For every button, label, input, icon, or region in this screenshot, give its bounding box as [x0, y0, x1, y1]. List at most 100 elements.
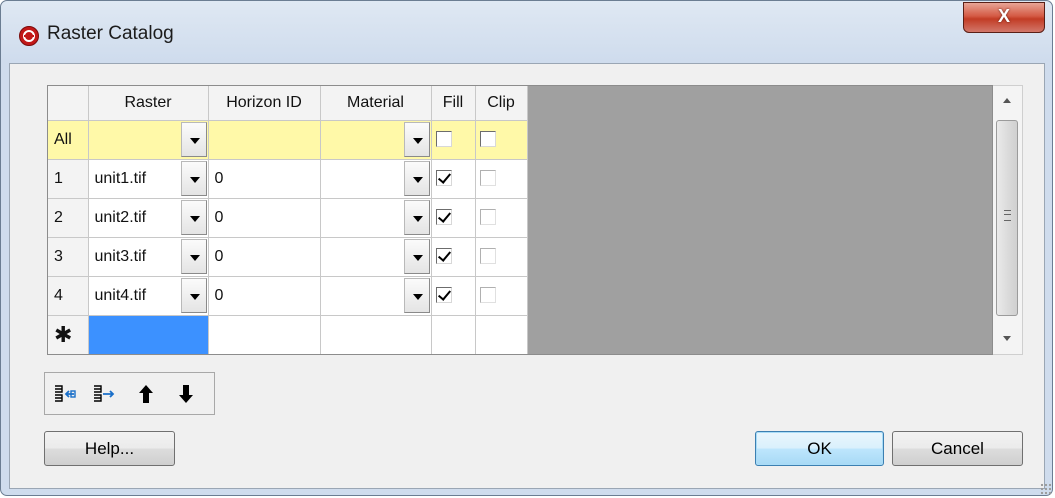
- row-header[interactable]: 1: [48, 159, 89, 199]
- clip-checkbox[interactable]: [479, 286, 496, 303]
- column-header-clip[interactable]: Clip: [475, 86, 528, 121]
- fill-checkbox[interactable]: [435, 169, 452, 186]
- all-material-cell[interactable]: [320, 120, 432, 160]
- all-row: All: [48, 120, 528, 160]
- row-toolbar: [44, 372, 215, 415]
- raster-cell[interactable]: unit4.tif: [88, 276, 209, 316]
- clip-cell: [475, 276, 528, 316]
- insert-row-button[interactable]: [52, 381, 78, 407]
- all-clip-cell: [475, 120, 528, 160]
- move-down-button[interactable]: [173, 381, 199, 407]
- clip-cell: [475, 198, 528, 238]
- column-header-raster[interactable]: Raster: [88, 86, 209, 121]
- clip-checkbox[interactable]: [479, 169, 496, 186]
- scroll-up-button[interactable]: [993, 86, 1022, 118]
- material-dropdown-button[interactable]: [403, 121, 430, 157]
- material-dropdown-button[interactable]: [403, 238, 430, 274]
- horizon-id-value: 0: [214, 208, 224, 226]
- grip-icon: [1004, 210, 1011, 221]
- fill-checkbox[interactable]: [435, 130, 452, 147]
- new-fill-cell[interactable]: [431, 315, 476, 354]
- raster-cell[interactable]: unit1.tif: [88, 159, 209, 199]
- raster-dropdown-button[interactable]: [180, 121, 207, 157]
- material-cell[interactable]: [320, 237, 432, 277]
- vertical-scrollbar[interactable]: [993, 85, 1023, 355]
- horizon-id-cell[interactable]: 0: [208, 198, 321, 238]
- raster-value: unit1.tif: [94, 169, 147, 187]
- material-dropdown-button[interactable]: [403, 160, 430, 196]
- clip-checkbox[interactable]: [479, 208, 496, 225]
- all-fill-cell: [431, 120, 476, 160]
- raster-grid: Raster Horizon ID Material Fill Clip All…: [48, 86, 528, 354]
- cancel-button[interactable]: Cancel: [892, 431, 1023, 466]
- table-row: 4 unit4.tif 0: [48, 276, 528, 316]
- material-dropdown-button[interactable]: [403, 199, 430, 235]
- clip-cell: [475, 237, 528, 277]
- new-row: ✱: [48, 315, 528, 354]
- table-row: 2 unit2.tif 0: [48, 198, 528, 238]
- ok-button[interactable]: OK: [755, 431, 884, 466]
- raster-dropdown-button[interactable]: [180, 199, 207, 235]
- all-horizon-id-cell[interactable]: [208, 120, 321, 160]
- clip-checkbox[interactable]: [479, 247, 496, 264]
- row-header-all[interactable]: All: [48, 120, 89, 160]
- horizon-id-cell[interactable]: 0: [208, 159, 321, 199]
- title-bar[interactable]: Raster Catalog X: [1, 1, 1052, 63]
- table-row: 3 unit3.tif 0: [48, 237, 528, 277]
- row-header[interactable]: 4: [48, 276, 89, 316]
- close-icon: X: [997, 6, 1010, 26]
- table-row: 1 unit1.tif 0: [48, 159, 528, 199]
- raster-value: unit4.tif: [94, 286, 147, 304]
- clip-cell: [475, 159, 528, 199]
- corner-header[interactable]: [48, 86, 89, 121]
- material-dropdown-button[interactable]: [403, 277, 430, 313]
- close-button[interactable]: X: [963, 2, 1045, 33]
- move-down-icon: [179, 385, 193, 403]
- row-header[interactable]: 3: [48, 237, 89, 277]
- fill-cell: [431, 159, 476, 199]
- help-button[interactable]: Help...: [44, 431, 175, 466]
- clip-checkbox[interactable]: [479, 130, 496, 147]
- material-cell[interactable]: [320, 198, 432, 238]
- move-up-button[interactable]: [133, 381, 159, 407]
- resize-grip[interactable]: [1040, 483, 1052, 495]
- fill-cell: [431, 237, 476, 277]
- horizon-id-cell[interactable]: 0: [208, 237, 321, 277]
- window-title: Raster Catalog: [47, 23, 174, 44]
- raster-dropdown-button[interactable]: [180, 238, 207, 274]
- raster-value: unit2.tif: [94, 208, 147, 226]
- scroll-thumb[interactable]: [996, 120, 1018, 316]
- append-row-button[interactable]: [91, 381, 117, 407]
- raster-table: Raster Horizon ID Material Fill Clip All…: [47, 85, 993, 355]
- row-header[interactable]: 2: [48, 198, 89, 238]
- horizon-id-cell[interactable]: 0: [208, 276, 321, 316]
- all-raster-cell[interactable]: [88, 120, 209, 160]
- insert-row-icon: [55, 385, 76, 402]
- material-cell[interactable]: [320, 276, 432, 316]
- column-header-material[interactable]: Material: [320, 86, 432, 121]
- raster-cell[interactable]: unit3.tif: [88, 237, 209, 277]
- raster-dropdown-button[interactable]: [180, 160, 207, 196]
- move-up-icon: [139, 385, 153, 403]
- new-row-marker[interactable]: ✱: [48, 315, 89, 354]
- append-row-icon: [94, 385, 115, 402]
- new-raster-cell[interactable]: [88, 315, 209, 354]
- raster-value: unit3.tif: [94, 247, 147, 265]
- fill-cell: [431, 276, 476, 316]
- material-cell[interactable]: [320, 159, 432, 199]
- app-logo-icon: [19, 26, 39, 46]
- column-header-fill[interactable]: Fill: [431, 86, 476, 121]
- header-row: Raster Horizon ID Material Fill Clip: [48, 86, 528, 121]
- fill-cell: [431, 198, 476, 238]
- scroll-down-button[interactable]: [993, 322, 1022, 354]
- new-clip-cell[interactable]: [475, 315, 528, 354]
- horizon-id-value: 0: [214, 286, 224, 304]
- raster-dropdown-button[interactable]: [180, 277, 207, 313]
- new-horizon-id-cell[interactable]: [208, 315, 321, 354]
- column-header-horizon-id[interactable]: Horizon ID: [208, 86, 321, 121]
- raster-cell[interactable]: unit2.tif: [88, 198, 209, 238]
- fill-checkbox[interactable]: [435, 286, 452, 303]
- new-material-cell[interactable]: [320, 315, 432, 354]
- fill-checkbox[interactable]: [435, 208, 452, 225]
- fill-checkbox[interactable]: [435, 247, 452, 264]
